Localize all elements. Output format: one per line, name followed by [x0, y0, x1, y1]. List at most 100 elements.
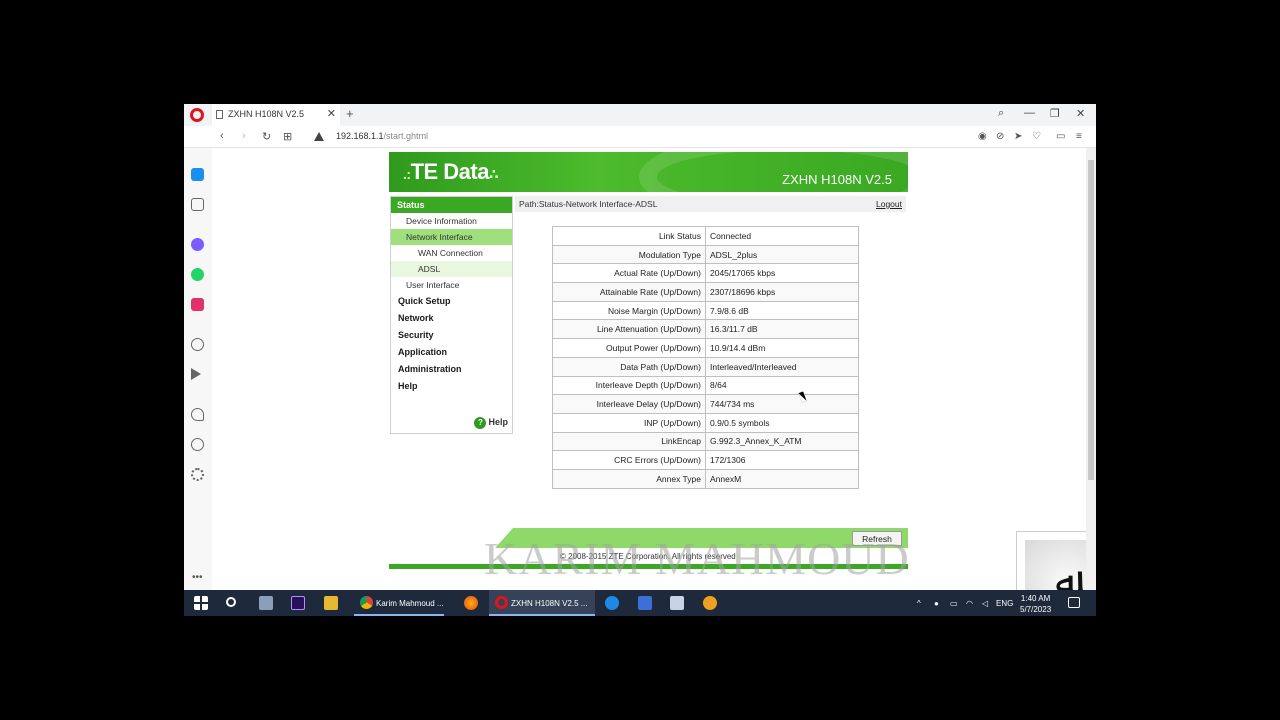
row-value: 10.9/14.4 dBm: [705, 338, 859, 358]
calligraphy-logo: ﷲ: [1016, 531, 1086, 590]
app-blue-icon[interactable]: [605, 596, 619, 610]
table-row: Noise Margin (Up/Down) 7.9/8.6 dB: [552, 300, 859, 321]
router-banner: .:TE Data∴ ZXHN H108N V2.5: [389, 152, 908, 192]
search-icon[interactable]: [226, 597, 236, 607]
page-scrollbar[interactable]: [1086, 148, 1096, 590]
menu-network-interface[interactable]: Network Interface: [391, 229, 512, 245]
whatsapp-icon[interactable]: [191, 268, 204, 281]
row-label: Data Path (Up/Down): [552, 356, 706, 377]
app-vs-icon[interactable]: [638, 596, 652, 610]
tray-chevron-icon[interactable]: ^: [917, 599, 921, 608]
page-icon: [216, 110, 223, 119]
help-icon: ?: [474, 417, 487, 429]
mic-icon[interactable]: ●: [934, 599, 939, 608]
minimize-icon[interactable]: —: [1024, 107, 1035, 119]
router-menu: Status Device Information Network Interf…: [390, 196, 513, 434]
row-value: 8/64: [705, 375, 859, 396]
table-row: Line Attenuation (Up/Down) 16.3/11.7 dB: [552, 319, 859, 340]
restore-icon[interactable]: ❐: [1050, 107, 1060, 120]
taskbar-chrome[interactable]: Karim Mahmoud ...: [354, 590, 444, 616]
table-row: Link Status Connected: [552, 226, 859, 246]
adblock-icon[interactable]: ⊘: [996, 131, 1004, 142]
snapshot-icon[interactable]: ◉: [978, 131, 987, 142]
volume-icon[interactable]: ◁: [982, 599, 988, 608]
row-label: Interleave Delay (Up/Down): [552, 394, 706, 414]
menu-wan-connection[interactable]: WAN Connection: [391, 245, 512, 261]
opera-logo-icon[interactable]: [190, 108, 204, 122]
taskbar-opera[interactable]: ZXHN H108N V2.5 ...: [489, 590, 595, 616]
browser-tabbar: ZXHN H108N V2.5 ✕ + ⌕ — ❐ ✕: [184, 104, 1096, 126]
tiles-icon[interactable]: ⊞: [283, 130, 292, 143]
close-window-icon[interactable]: ✕: [1076, 107, 1085, 120]
menu-network[interactable]: Network: [391, 310, 512, 327]
new-tab-icon[interactable]: +: [346, 106, 354, 121]
file-explorer-icon[interactable]: [324, 596, 338, 610]
home-icon[interactable]: [191, 168, 204, 181]
settings-icon[interactable]: ≡: [1076, 131, 1082, 142]
settings-gear-icon[interactable]: [191, 468, 204, 481]
heart-icon[interactable]: ♡: [1032, 131, 1041, 142]
url-field[interactable]: 192.168.1.1/start.ghtml: [336, 131, 428, 141]
menu-help[interactable]: Help: [391, 378, 512, 395]
menu-application[interactable]: Application: [391, 344, 512, 361]
language-indicator[interactable]: ENG: [996, 599, 1013, 608]
address-bar: ‹ › ↻ ⊞ 192.168.1.1/start.ghtml ◉ ⊘ ➤ ♡ …: [184, 126, 1096, 148]
help-button[interactable]: ? Help: [474, 417, 508, 429]
te-data-logo: .:TE Data∴: [403, 159, 499, 184]
menu-device-information[interactable]: Device Information: [391, 213, 512, 229]
back-icon[interactable]: ‹: [220, 130, 224, 142]
instagram-icon[interactable]: [191, 298, 204, 311]
more-icon[interactable]: •••: [192, 572, 203, 583]
row-value: 7.9/8.6 dB: [705, 300, 859, 321]
battery-icon[interactable]: ▭: [1056, 131, 1065, 142]
page-content: .:TE Data∴ ZXHN H108N V2.5 Status Device…: [212, 148, 1086, 590]
not-secure-icon[interactable]: [314, 132, 324, 141]
messenger-icon[interactable]: [191, 238, 204, 251]
notifications-icon[interactable]: [1068, 597, 1080, 608]
app-round-icon[interactable]: [703, 596, 717, 610]
menu-user-interface[interactable]: User Interface: [391, 277, 512, 293]
send-sidebar-icon[interactable]: [191, 368, 201, 380]
logout-link[interactable]: Logout: [876, 199, 902, 209]
windows-start-icon[interactable]: [194, 596, 208, 610]
row-label: Interleave Depth (Up/Down): [552, 375, 706, 396]
history-icon[interactable]: [191, 438, 204, 451]
clock[interactable]: 1:40 AM 5/7/2023: [1020, 593, 1051, 615]
menu-status[interactable]: Status: [391, 197, 512, 213]
row-value: 16.3/11.7 dB: [705, 319, 859, 340]
row-label: INP (Up/Down): [552, 412, 706, 433]
close-tab-icon[interactable]: ✕: [327, 107, 336, 120]
taskbar: Karim Mahmoud ... ZXHN H108N V2.5 ... ^ …: [184, 590, 1096, 616]
opera-icon: [495, 596, 508, 609]
app-icon[interactable]: [259, 596, 273, 610]
player-icon[interactable]: [191, 338, 204, 351]
scrollbar-thumb[interactable]: [1088, 160, 1094, 480]
firefox-icon[interactable]: [464, 596, 478, 610]
forward-icon[interactable]: ›: [242, 130, 246, 142]
menu-security[interactable]: Security: [391, 327, 512, 344]
table-row: Interleave Depth (Up/Down) 8/64: [552, 375, 859, 396]
row-label: Annex Type: [552, 468, 706, 489]
search-tabs-icon[interactable]: ⌕: [998, 107, 1004, 120]
row-label: Line Attenuation (Up/Down): [552, 319, 706, 340]
app-monitor-icon[interactable]: [670, 596, 684, 610]
battery-tray-icon[interactable]: ▭: [950, 599, 958, 608]
menu-adsl[interactable]: ADSL: [391, 261, 512, 277]
clock-date: 5/7/2023: [1020, 605, 1052, 614]
send-icon[interactable]: ➤: [1014, 131, 1022, 142]
browser-tab[interactable]: ZXHN H108N V2.5 ✕: [212, 104, 340, 126]
taskbar-underline: [489, 614, 595, 616]
wifi-icon[interactable]: ◠: [966, 599, 973, 608]
screen: ZXHN H108N V2.5 ✕ + ⌕ — ❐ ✕ ‹ › ↻ ⊞ 192.…: [184, 104, 1096, 616]
row-value: 0.9/0.5 symbols: [705, 412, 859, 433]
premiere-icon[interactable]: [291, 596, 305, 610]
menu-administration[interactable]: Administration: [391, 361, 512, 378]
reload-icon[interactable]: ↻: [262, 130, 271, 143]
row-label: LinkEncap: [552, 431, 706, 452]
row-value: 744/734 ms: [705, 394, 859, 414]
star-icon[interactable]: [191, 198, 204, 211]
menu-quick-setup[interactable]: Quick Setup: [391, 293, 512, 310]
breadcrumb-path: Path:Status-Network Interface-ADSL: [519, 199, 658, 209]
favorites-icon[interactable]: [191, 408, 204, 421]
table-row: Attainable Rate (Up/Down) 2307/18696 kbps: [552, 282, 859, 302]
